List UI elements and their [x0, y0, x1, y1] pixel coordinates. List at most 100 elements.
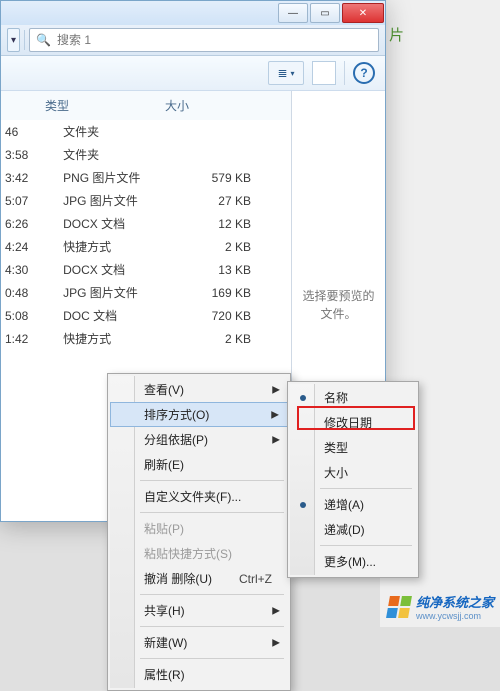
menu-item[interactable]: 共享(H) ▶ — [110, 598, 288, 623]
table-row[interactable]: 5:07JPG 图片文件27 KB — [1, 189, 291, 212]
radio-dot-icon — [300, 395, 306, 401]
preview-toggle[interactable] — [312, 61, 336, 85]
menu-item[interactable]: 更多(M)... — [290, 549, 416, 574]
submenu-arrow-icon: ▶ — [272, 434, 280, 445]
table-row[interactable]: 4:24快捷方式2 KB — [1, 235, 291, 258]
watermark-text: 纯净系统之家 — [416, 595, 494, 610]
search-input[interactable] — [55, 32, 372, 48]
cell-time: 4:24 — [1, 235, 43, 258]
cell-type: 快捷方式 — [43, 327, 179, 350]
cell-time: 3:58 — [1, 143, 43, 166]
sort-submenu[interactable]: 名称修改日期类型大小递增(A) 递减(D) 更多(M)... — [287, 381, 419, 578]
table-row[interactable]: 3:42PNG 图片文件579 KB — [1, 166, 291, 189]
menu-item-label: 粘贴快捷方式(S) — [144, 545, 232, 562]
cell-type: PNG 图片文件 — [43, 166, 179, 189]
view-icon: ≣ — [277, 66, 287, 80]
menu-separator — [140, 594, 284, 595]
nav-dropdown[interactable]: ▾ — [7, 28, 20, 52]
column-headers[interactable]: 类型 大小 — [1, 91, 291, 120]
context-menu[interactable]: 查看(V)▶排序方式(O)▶分组依据(P)▶刷新(E)自定义文件夹(F)...粘… — [107, 373, 291, 691]
table-row[interactable]: 0:48JPG 图片文件169 KB — [1, 281, 291, 304]
cell-size — [179, 120, 291, 143]
cell-time: 3:42 — [1, 166, 43, 189]
table-row[interactable]: 46文件夹 — [1, 120, 291, 143]
window-titlebar: — ▭ ✕ — [1, 1, 385, 25]
menu-item[interactable]: 撤消 删除(U) Ctrl+Z — [110, 566, 288, 591]
cell-size — [179, 143, 291, 166]
menu-item[interactable]: 递增(A) — [290, 492, 416, 517]
menu-item-label: 名称 — [324, 389, 348, 406]
menu-item-label: 更多(M)... — [324, 553, 376, 570]
menu-item[interactable]: 刷新(E) — [110, 452, 288, 477]
menu-separator — [140, 512, 284, 513]
cell-type: JPG 图片文件 — [43, 189, 179, 212]
menu-item[interactable]: 大小 — [290, 460, 416, 485]
search-box[interactable]: 🔍 — [29, 28, 379, 52]
toolbar-separator — [24, 30, 25, 50]
close-button[interactable]: ✕ — [342, 3, 384, 23]
submenu-arrow-icon: ▶ — [272, 637, 280, 648]
menu-item[interactable]: 自定义文件夹(F)... — [110, 484, 288, 509]
cell-time: 1:42 — [1, 327, 43, 350]
cell-type: 文件夹 — [43, 143, 179, 166]
menu-item: 粘贴(P) — [110, 516, 288, 541]
menu-item-label: 共享(H) — [144, 602, 185, 619]
maximize-button[interactable]: ▭ — [310, 3, 340, 23]
column-type[interactable]: 类型 — [45, 97, 165, 114]
view-button[interactable]: ≣ ▾ — [268, 61, 304, 85]
column-size[interactable]: 大小 — [165, 97, 285, 114]
menu-item[interactable]: 排序方式(O)▶ — [110, 402, 288, 427]
menu-item-label: 撤消 删除(U) — [144, 570, 212, 587]
menu-separator — [140, 658, 284, 659]
cell-size: 579 KB — [179, 166, 291, 189]
file-table: 46文件夹3:58文件夹3:42PNG 图片文件579 KB5:07JPG 图片… — [1, 120, 291, 350]
menu-item[interactable]: 分组依据(P) ▶ — [110, 427, 288, 452]
menu-item-label: 刷新(E) — [144, 456, 184, 473]
menu-item-label: 新建(W) — [144, 634, 187, 651]
cell-type: JPG 图片文件 — [43, 281, 179, 304]
menu-separator — [320, 545, 412, 546]
search-icon: 🔍 — [36, 33, 51, 47]
menu-item-label: 类型 — [324, 439, 348, 456]
menu-item[interactable]: 名称 — [290, 385, 416, 410]
menu-item[interactable]: 属性(R) — [110, 662, 288, 687]
cell-time: 6:26 — [1, 212, 43, 235]
cell-time: 46 — [1, 120, 43, 143]
cell-type: DOC 文档 — [43, 304, 179, 327]
menu-item[interactable]: 类型 — [290, 435, 416, 460]
menu-item[interactable]: 修改日期 — [290, 410, 416, 435]
menu-item-label: 分组依据(P) — [144, 431, 208, 448]
menu-item-label: 属性(R) — [144, 666, 185, 683]
table-row[interactable]: 1:42快捷方式2 KB — [1, 327, 291, 350]
table-row[interactable]: 5:08DOC 文档720 KB — [1, 304, 291, 327]
table-row[interactable]: 3:58文件夹 — [1, 143, 291, 166]
help-button[interactable]: ? — [353, 62, 375, 84]
menu-item-label: 排序方式(O) — [144, 406, 209, 423]
watermark: 纯净系统之家 www.ycwsjj.com — [388, 592, 494, 621]
menu-item[interactable]: 新建(W) ▶ — [110, 630, 288, 655]
cell-time: 4:30 — [1, 258, 43, 281]
menu-item[interactable]: 递减(D) — [290, 517, 416, 542]
menu-item-label: 查看(V) — [144, 381, 184, 398]
cell-time: 5:08 — [1, 304, 43, 327]
menu-item-label: 递减(D) — [324, 521, 365, 538]
command-toolbar: ≣ ▾ ? — [1, 56, 385, 91]
menu-separator — [140, 480, 284, 481]
menu-item[interactable]: 查看(V)▶ — [110, 377, 288, 402]
cell-type: 文件夹 — [43, 120, 179, 143]
cell-size: 2 KB — [179, 235, 291, 258]
submenu-arrow-icon: ▶ — [272, 605, 280, 616]
logo-icon — [386, 596, 412, 618]
menu-separator — [320, 488, 412, 489]
radio-dot-icon — [300, 502, 306, 508]
cell-type: 快捷方式 — [43, 235, 179, 258]
table-row[interactable]: 4:30DOCX 文档13 KB — [1, 258, 291, 281]
menu-item-label: 修改日期 — [324, 414, 372, 431]
address-toolbar: ▾ 🔍 — [1, 25, 385, 56]
preview-placeholder: 选择要预览的文件。 — [298, 287, 379, 323]
cell-type: DOCX 文档 — [43, 212, 179, 235]
minimize-button[interactable]: — — [278, 3, 308, 23]
table-row[interactable]: 6:26DOCX 文档12 KB — [1, 212, 291, 235]
menu-shortcut: Ctrl+Z — [239, 572, 272, 586]
menu-item: 粘贴快捷方式(S) — [110, 541, 288, 566]
